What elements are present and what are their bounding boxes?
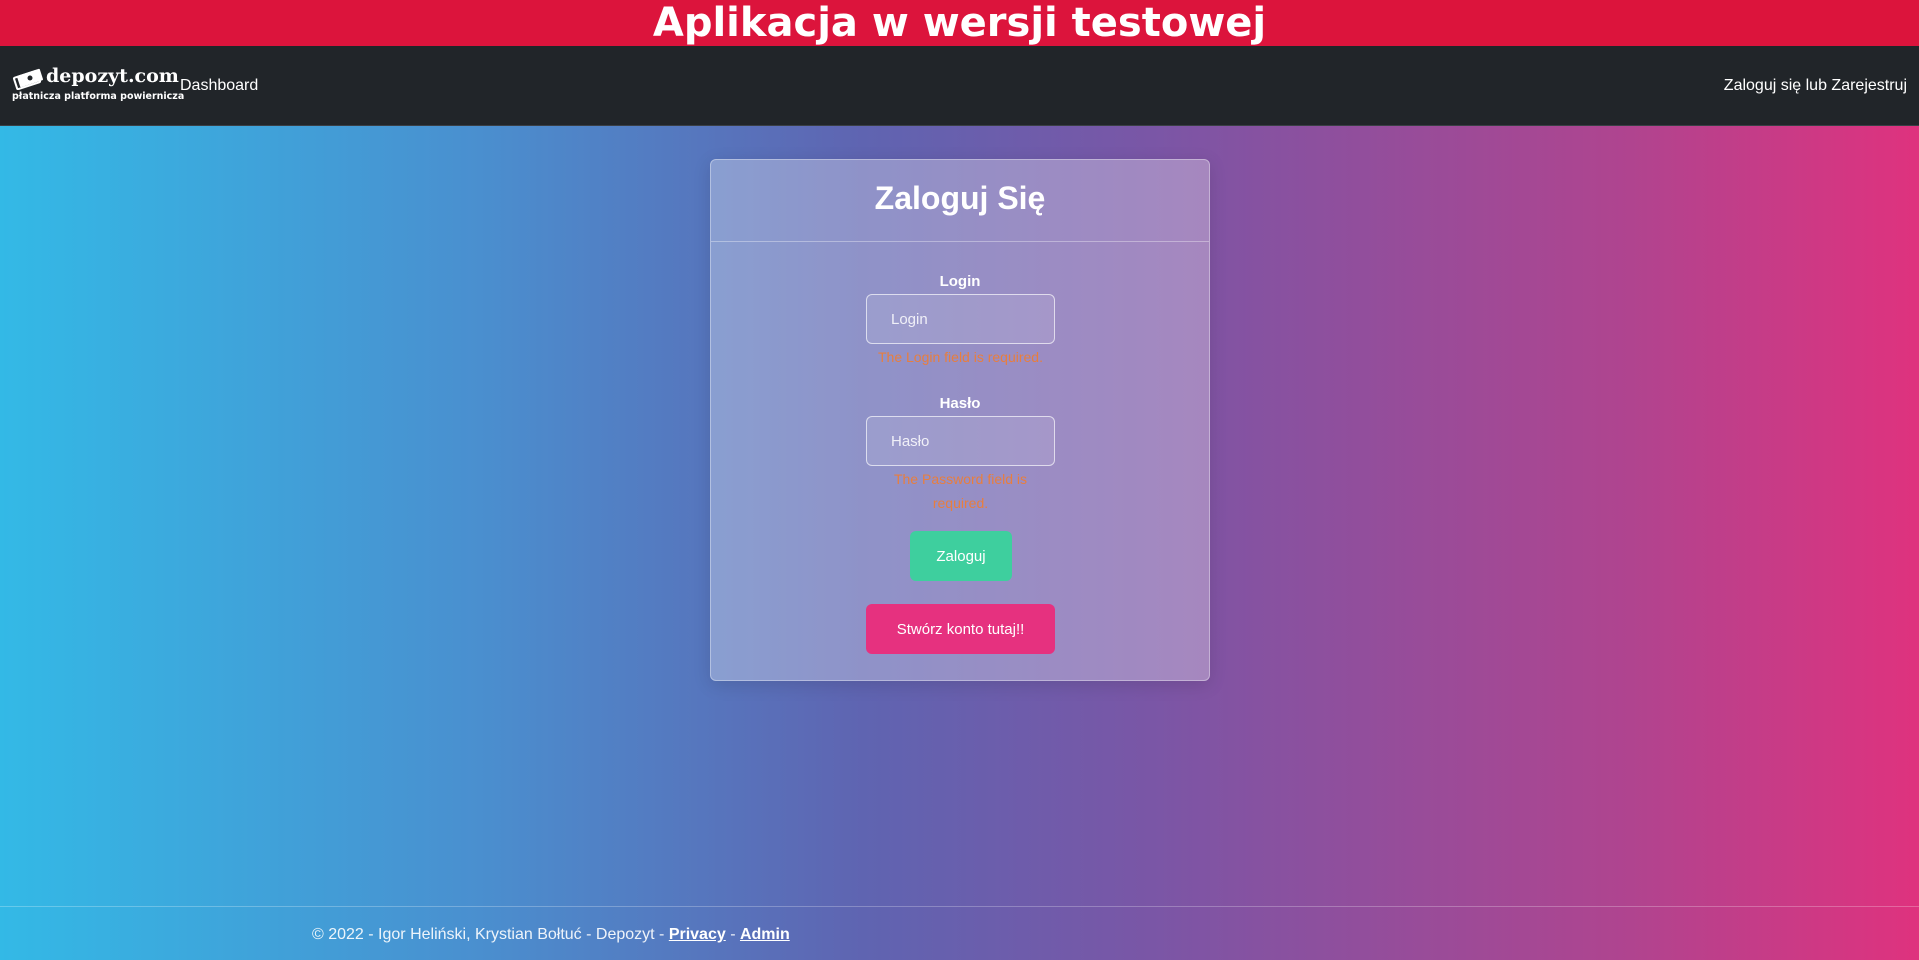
footer-separator: - <box>725 926 740 943</box>
test-version-banner: Aplikacja w wersji testowej <box>0 0 1919 46</box>
login-title: Zaloguj Się <box>874 180 1046 216</box>
login-card: Zaloguj Się Login The Login field is req… <box>710 159 1210 681</box>
password-input[interactable] <box>866 416 1055 466</box>
login-label: Login <box>939 273 981 290</box>
admin-link[interactable]: Admin <box>740 926 790 943</box>
login-error-message: The Login field is required. <box>878 349 1043 365</box>
brand-tagline: płatnicza platforma powiernicza <box>12 91 185 102</box>
nav-dashboard-link[interactable]: Dashboard <box>180 76 258 96</box>
password-label: Hasło <box>939 395 981 412</box>
login-card-header: Zaloguj Się <box>711 160 1209 242</box>
footer-copyright: © 2022 - Igor Heliński, Krystian Bołtuć … <box>312 926 669 943</box>
login-input[interactable] <box>866 294 1055 344</box>
login-submit-button[interactable]: Zaloguj <box>910 531 1012 581</box>
nav-login-register-link[interactable]: Zaloguj się lub Zarejestruj <box>1724 76 1907 96</box>
banknotes-icon <box>12 68 44 91</box>
create-account-button[interactable]: Stwórz konto tutaj!! <box>866 604 1055 654</box>
privacy-link[interactable]: Privacy <box>669 926 726 943</box>
password-error-message: The Password field is required. <box>893 471 1028 511</box>
brand-name: depozyt.com <box>46 65 179 87</box>
footer-text: © 2022 - Igor Heliński, Krystian Bołtuć … <box>312 925 790 945</box>
navbar: depozyt.com płatnicza platforma powierni… <box>0 46 1919 126</box>
brand-logo[interactable]: depozyt.com płatnicza platforma powierni… <box>12 65 184 106</box>
footer: © 2022 - Igor Heliński, Krystian Bołtuć … <box>0 906 1919 960</box>
